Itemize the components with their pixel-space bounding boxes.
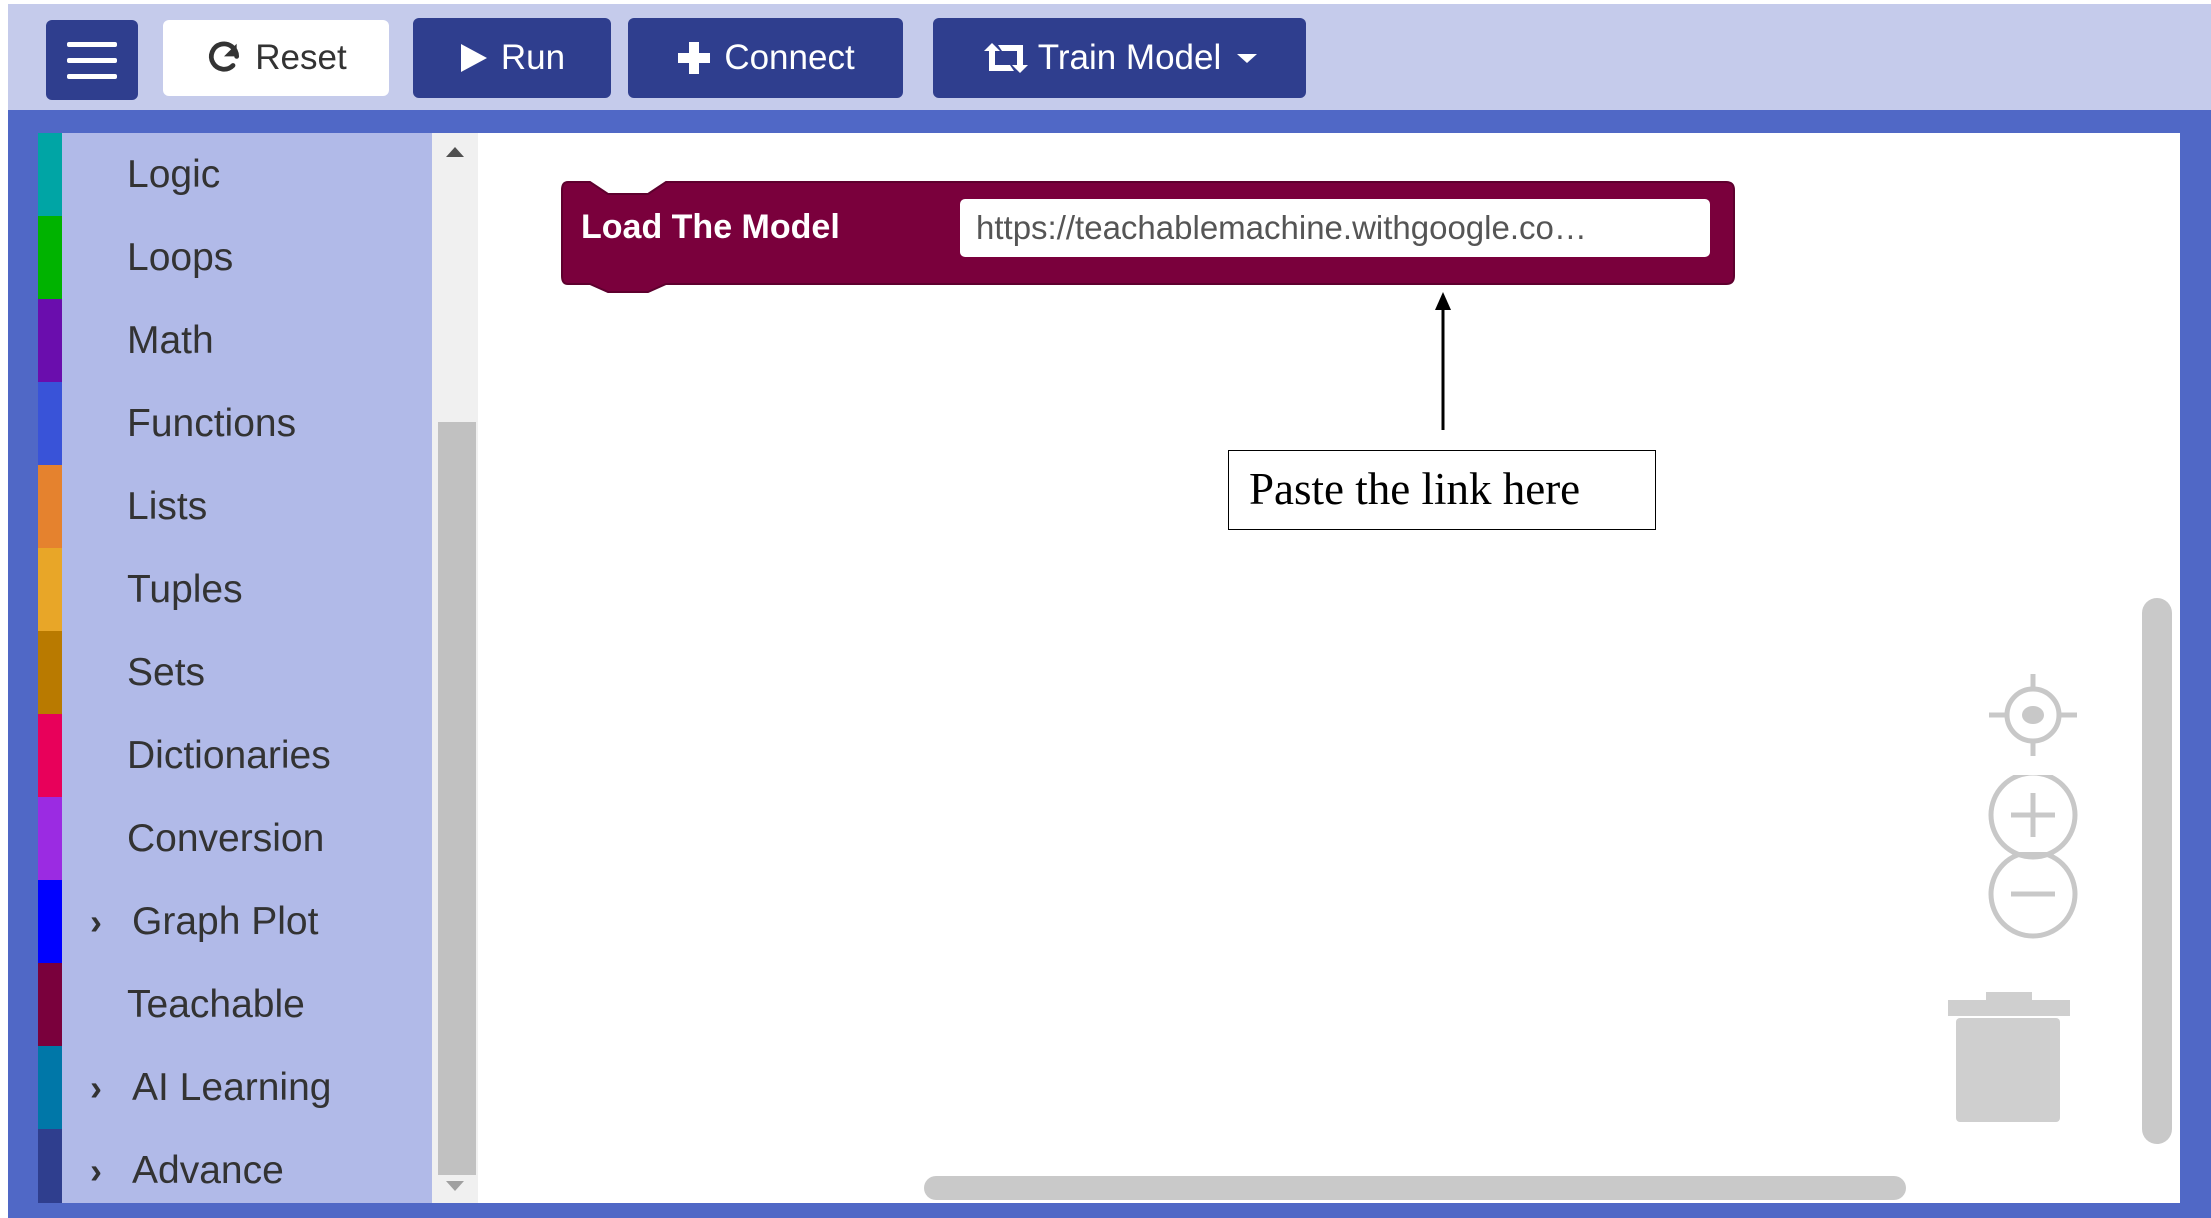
category-label: Math [127, 318, 214, 362]
connect-button[interactable]: Connect [628, 18, 903, 98]
category-color-stripe [38, 1129, 62, 1203]
toolbox-panel: Logic Loops Math Functions Lists Tuples Sets Di… [38, 133, 432, 1203]
canvas-horizontal-scrollbar[interactable] [924, 1176, 1906, 1200]
toolbox-category[interactable]: Teachable [38, 963, 432, 1046]
category-label: Conversion [127, 816, 325, 860]
category-label: AI Learning [132, 1065, 332, 1109]
play-icon [460, 44, 487, 72]
toolbox-category[interactable]: Sets [38, 631, 432, 714]
chevron-right-icon[interactable]: › [90, 1150, 102, 1192]
plus-icon [678, 42, 711, 74]
category-color-stripe [38, 631, 62, 714]
toolbox-category[interactable]: Tuples [38, 548, 432, 631]
scroll-down-arrow-icon [446, 1181, 464, 1191]
connect-label: Connect [724, 38, 855, 77]
category-label: Logic [127, 152, 221, 196]
category-color-stripe [38, 548, 62, 631]
scroll-up-arrow-icon [446, 147, 464, 157]
zoom-out-icon[interactable] [1985, 852, 2081, 942]
category-label: Teachable [127, 982, 305, 1026]
callout-arrow [1435, 292, 1451, 430]
category-label: Tuples [127, 567, 243, 611]
category-color-stripe [38, 797, 62, 880]
toolbox-category[interactable]: Conversion [38, 797, 432, 880]
chevron-right-icon[interactable]: › [90, 901, 102, 943]
category-label: Functions [127, 401, 297, 445]
trash-icon[interactable] [1946, 990, 2072, 1126]
toolbox-category[interactable]: Math [38, 299, 432, 382]
menu-bar-icon [67, 58, 117, 63]
hamburger-menu-button[interactable] [46, 20, 138, 100]
toolbox-category[interactable]: Lists [38, 465, 432, 548]
category-color-stripe [38, 382, 62, 465]
recenter-icon[interactable] [1985, 670, 2081, 760]
toolbox-category[interactable]: Logic [38, 133, 432, 216]
callout-box: Paste the link here [1228, 450, 1656, 530]
reset-button[interactable]: Reset [163, 20, 389, 96]
toolbox-category[interactable]: › Advance [38, 1129, 432, 1203]
category-color-stripe [38, 880, 62, 963]
category-label: Advance [132, 1148, 284, 1192]
toolbox-category[interactable]: › AI Learning [38, 1046, 432, 1129]
category-color-stripe [38, 465, 62, 548]
toolbox-category[interactable]: › Graph Plot [38, 880, 432, 963]
train-model-dropdown-button[interactable]: Train Model [933, 18, 1306, 98]
chevron-right-icon[interactable]: › [90, 1067, 102, 1109]
menu-bar-icon [67, 42, 117, 47]
category-color-stripe [38, 714, 62, 797]
model-url-field[interactable]: https://teachablemachine.withgoogle.co… [960, 199, 1710, 257]
category-label: Sets [127, 650, 206, 694]
category-color-stripe [38, 963, 62, 1046]
train-model-label: Train Model [1037, 38, 1222, 77]
refresh-icon [209, 41, 240, 72]
category-label: Graph Plot [132, 899, 319, 943]
category-color-stripe [38, 299, 62, 382]
block-label: Load The Model [581, 208, 840, 246]
toolbox-scroll-thumb[interactable] [438, 422, 476, 1175]
run-button[interactable]: Run [413, 18, 611, 98]
canvas-vertical-scrollbar[interactable] [2142, 598, 2172, 1144]
category-label: Loops [127, 235, 234, 279]
run-label: Run [500, 38, 566, 77]
callout-text: Paste the link here [1249, 464, 1581, 514]
category-label: Lists [127, 484, 208, 528]
toolbox-category[interactable]: Functions [38, 382, 432, 465]
reset-label: Reset [255, 38, 347, 77]
toolbox-category[interactable]: Dictionaries [38, 714, 432, 797]
toolbox-category[interactable]: Loops [38, 216, 432, 299]
category-color-stripe [38, 216, 62, 299]
retweet-icon [983, 43, 1028, 73]
category-label: Dictionaries [127, 733, 331, 777]
caret-down-icon [1237, 54, 1258, 63]
category-color-stripe [38, 1046, 62, 1129]
menu-bar-icon [67, 74, 117, 79]
category-color-stripe [38, 133, 62, 216]
